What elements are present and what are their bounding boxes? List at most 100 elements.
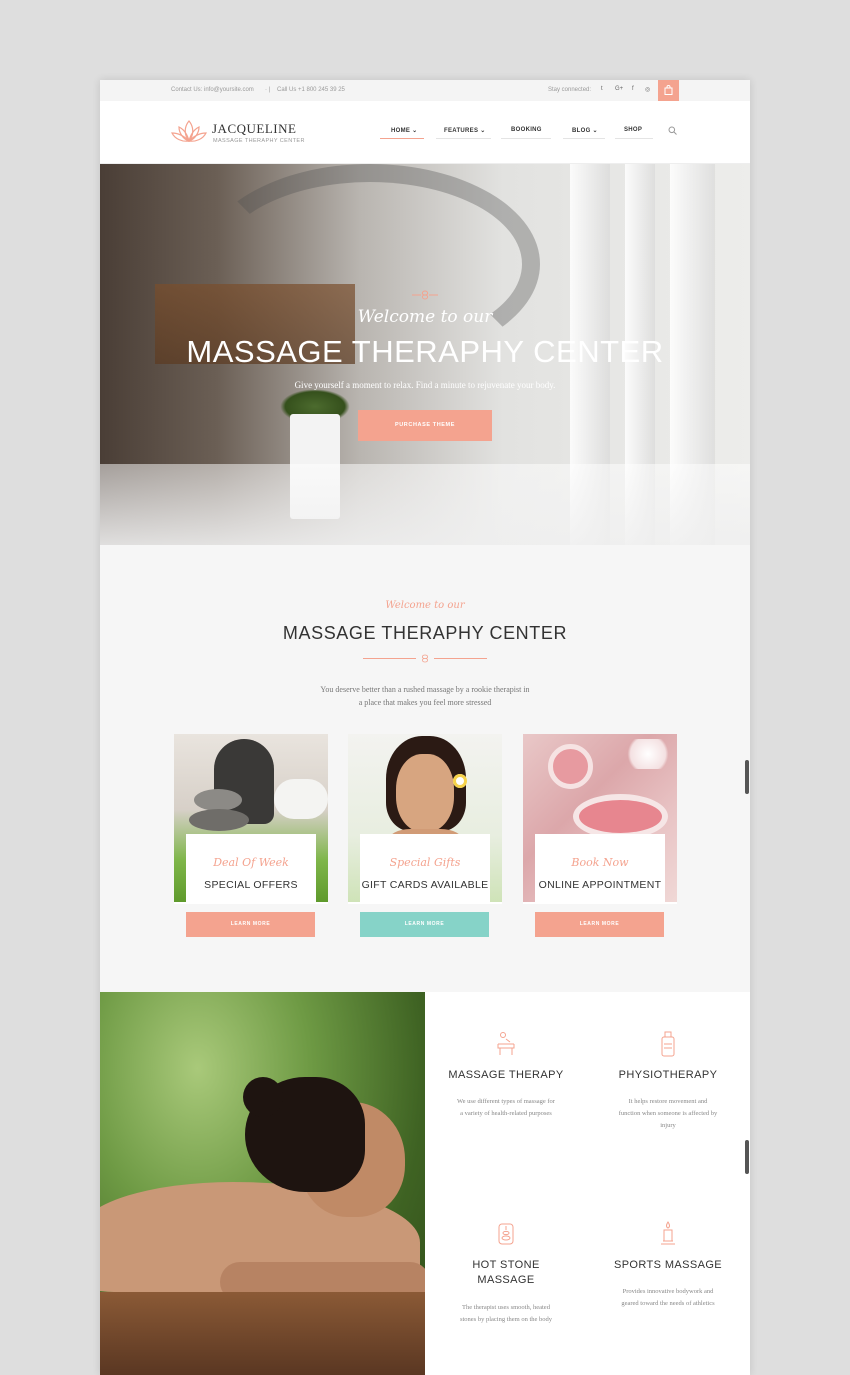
service-description-line: We use different types of massage for — [457, 1098, 555, 1105]
services-section: MASSAGE THERAPY We use different types o… — [100, 992, 750, 1375]
chevron-down-icon: ⌄ — [480, 128, 486, 134]
learn-more-button[interactable]: LEARN MORE — [535, 912, 664, 937]
nav-shop-label: SHOP — [624, 127, 643, 133]
chevron-down-icon: ⌄ — [592, 128, 598, 134]
hero-banner: Welcome to our MASSAGE THERAPHY CENTER G… — [100, 164, 750, 545]
contact-phone[interactable]: Call Us +1 800 245 39 25 — [277, 87, 345, 93]
nav-underline — [436, 138, 491, 139]
service-name: HOT STONE MASSAGE — [425, 1258, 587, 1288]
feature-card-gift-cards[interactable]: Special Gifts GIFT CARDS AVAILABLE — [348, 734, 502, 904]
stone — [194, 789, 242, 811]
nav-underline — [615, 138, 653, 139]
scrollbar-thumb[interactable] — [745, 1140, 749, 1174]
card-label: Special Gifts GIFT CARDS AVAILABLE — [360, 834, 490, 902]
service-name: MASSAGE THERAPY — [448, 1069, 564, 1081]
card-title: GIFT CARDS AVAILABLE — [361, 879, 489, 891]
hero-script-heading: Welcome to our — [357, 307, 493, 327]
intro-script-heading: Welcome to our — [385, 600, 465, 611]
scrollbar-thumb[interactable] — [745, 760, 749, 794]
top-bar: Contact Us: info@yoursite.com · | Call U… — [100, 80, 750, 101]
learn-more-button[interactable]: LEARN MORE — [186, 912, 315, 937]
stay-connected-label: Stay connected: — [548, 87, 592, 93]
service-hot-stone-massage[interactable]: HOT STONE MASSAGE The therapist uses smo… — [425, 1220, 587, 1360]
spa-photo — [100, 992, 425, 1375]
service-name-line: MASSAGE — [477, 1274, 535, 1286]
ornament-icon — [412, 290, 438, 300]
facebook-icon[interactable]: f — [632, 86, 634, 92]
stones-icon — [498, 1223, 514, 1245]
feature-card-online-appointment[interactable]: Book Now ONLINE APPOINTMENT — [523, 734, 677, 904]
contact-email[interactable]: Contact Us: info@yoursite.com — [171, 87, 254, 93]
instagram-icon[interactable]: ◎ — [645, 86, 650, 93]
twitter-icon[interactable]: t — [601, 86, 603, 92]
service-description-line: a variety of health-related purposes — [460, 1110, 552, 1117]
hero-subtitle: Give yourself a moment to relax. Find a … — [294, 380, 556, 390]
nav-features-label: FEATURES — [444, 128, 479, 134]
card-script: Book Now — [571, 856, 629, 869]
learn-more-button[interactable]: LEARN MORE — [360, 912, 489, 937]
service-description: We use different types of massage for a … — [437, 1096, 575, 1120]
service-physiotherapy[interactable]: PHYSIOTHERAPY It helps restore movement … — [587, 1030, 749, 1160]
service-description-line: It helps restore movement and — [628, 1098, 708, 1105]
service-description-line: injury — [660, 1122, 676, 1129]
towel — [274, 779, 328, 819]
nav-active-indicator — [380, 138, 424, 139]
cart-button[interactable] — [658, 80, 679, 101]
massage-table-icon — [497, 1032, 515, 1055]
google-plus-icon[interactable]: G+ — [615, 86, 623, 92]
brand-name[interactable]: JACQUELINE — [212, 121, 296, 137]
nav-booking-label: BOOKING — [511, 127, 542, 133]
candle-icon — [661, 1221, 675, 1245]
intro-description: You deserve better than a rushed massage… — [275, 683, 575, 709]
service-description-line: Provides innovative bodywork and — [622, 1288, 714, 1295]
flowers — [623, 739, 673, 769]
service-description: The therapist uses smooth, heated stones… — [437, 1302, 575, 1326]
service-description-line: function when someone is affected by — [618, 1110, 718, 1117]
flower — [453, 774, 467, 788]
purchase-theme-button[interactable]: PURCHASE THEME — [358, 410, 492, 441]
intro-description-line: You deserve better than a rushed massage… — [320, 685, 530, 694]
card-label: Book Now ONLINE APPOINTMENT — [535, 834, 665, 902]
nav-booking[interactable]: BOOKING — [511, 127, 542, 133]
card-script: Deal Of Week — [213, 856, 289, 869]
intro-title: MASSAGE THERAPHY CENTER — [282, 623, 568, 643]
service-name: SPORTS MASSAGE — [613, 1259, 723, 1271]
separator: · | — [265, 87, 271, 93]
intro-section: Welcome to our MASSAGE THERAPHY CENTER Y… — [100, 545, 750, 992]
nav-blog[interactable]: BLOG ⌄ — [572, 127, 598, 134]
nav-features[interactable]: FEATURES ⌄ — [444, 127, 486, 134]
site-header: JACQUELINE MASSAGE THERAPHY CENTER HOME … — [100, 101, 750, 164]
hero-title: MASSAGE THERAPHY CENTER — [186, 334, 664, 369]
service-description-line: stones by placing them on the body — [459, 1316, 553, 1323]
service-description-line: geared toward the needs of athletics — [621, 1300, 715, 1307]
card-script: Special Gifts — [389, 856, 461, 869]
bottle-icon — [661, 1031, 675, 1057]
salt-bowl — [573, 794, 668, 839]
nav-home-label: HOME — [391, 128, 411, 134]
service-description: Provides innovative bodywork and geared … — [599, 1286, 737, 1310]
nav-shop[interactable]: SHOP — [624, 127, 642, 133]
massage-mat — [100, 1292, 425, 1375]
chevron-down-icon: ⌄ — [412, 128, 418, 134]
bag-icon — [664, 85, 673, 95]
brand-tagline: MASSAGE THERAPHY CENTER — [213, 138, 305, 144]
service-name-line: HOT STONE — [472, 1259, 540, 1271]
lotus-logo-icon[interactable] — [170, 118, 208, 146]
hero-bg-floor — [100, 464, 750, 545]
stone — [189, 809, 249, 831]
feature-card-special-offers[interactable]: Deal Of Week SPECIAL OFFERS — [174, 734, 328, 904]
card-title: ONLINE APPOINTMENT — [538, 879, 662, 891]
service-description-line: The therapist uses smooth, heated — [462, 1304, 550, 1311]
nav-home[interactable]: HOME ⌄ — [391, 127, 418, 134]
service-name: PHYSIOTHERAPY — [618, 1069, 718, 1081]
page: Contact Us: info@yoursite.com · | Call U… — [100, 80, 750, 1375]
face — [396, 754, 454, 832]
card-label: Deal Of Week SPECIAL OFFERS — [186, 834, 316, 902]
salt-spoon — [548, 744, 593, 789]
nav-underline — [563, 138, 605, 139]
service-sports-massage[interactable]: SPORTS MASSAGE Provides innovative bodyw… — [587, 1220, 749, 1360]
search-icon[interactable] — [668, 126, 677, 135]
service-massage-therapy[interactable]: MASSAGE THERAPY We use different types o… — [425, 1030, 587, 1160]
card-title: SPECIAL OFFERS — [204, 879, 298, 891]
service-description: It helps restore movement and function w… — [599, 1096, 737, 1132]
